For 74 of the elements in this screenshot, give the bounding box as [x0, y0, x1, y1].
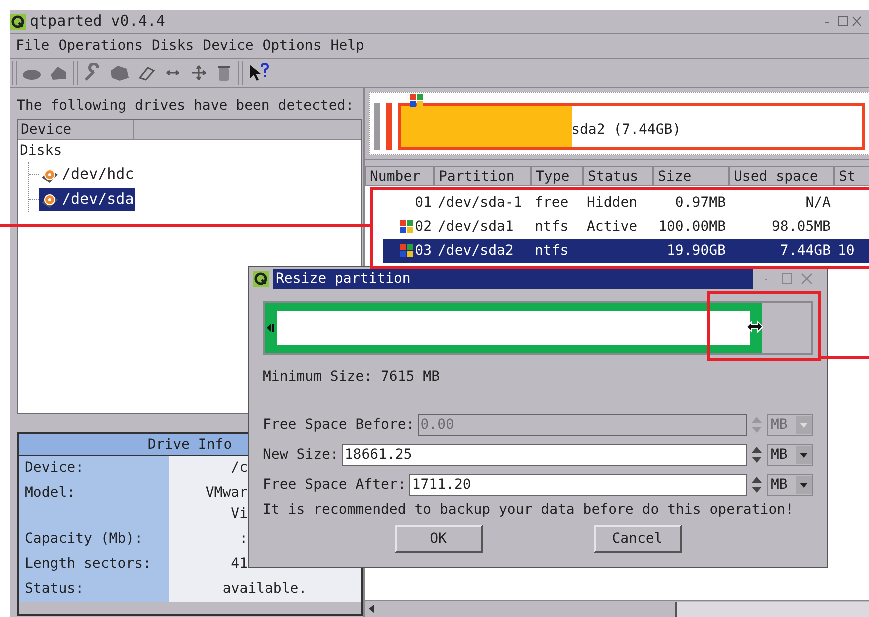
field-value: /c	[231, 459, 248, 478]
tree-item[interactable]: Disks	[20, 143, 62, 159]
menu-item[interactable]: File	[16, 36, 50, 56]
column-header[interactable]: Partition	[434, 166, 531, 186]
warning-text: It is recommended to backup your data before do this operation!	[263, 501, 796, 520]
table-cell: Hidden	[587, 194, 638, 210]
tree-item[interactable]: /dev/sda	[39, 188, 136, 211]
table-cell-text: 01	[415, 194, 432, 212]
partition-row[interactable]: 03 /dev/sda2 ntfs 19.90GB 7.44GB 10	[383, 239, 869, 263]
table-cell-text: 03	[415, 242, 432, 260]
partition-label: sda2 (7.44GB)	[572, 121, 682, 140]
unit-dropdown[interactable]: MB	[767, 444, 813, 466]
field-label: Free Space After:	[263, 476, 406, 494]
minimum-size-text: Minimum Size: 7615 MB	[263, 368, 442, 387]
horizontal-scrollbar[interactable]	[365, 600, 869, 617]
partition-block[interactable]: sda2 (7.44GB)	[398, 103, 865, 150]
table-cell-text: 02	[415, 218, 432, 236]
field-value: VMwar	[206, 484, 248, 503]
dialog-button[interactable]: OK	[394, 525, 482, 553]
input-field[interactable]: 18661.25	[342, 444, 747, 466]
field-value: Vi	[231, 505, 248, 524]
column-header[interactable]: Used space	[729, 166, 834, 186]
table-cell: 100.00MB	[658, 218, 726, 234]
windows-flag-icon	[400, 220, 414, 234]
table-cell: 10	[838, 242, 855, 258]
drives-label: The following drives have been detected:	[17, 97, 356, 116]
resize-cursor-icon[interactable]	[746, 319, 764, 335]
leader-line	[821, 356, 869, 359]
windows-flag-icon	[410, 94, 424, 108]
table-cell: 7.44GB	[780, 242, 831, 258]
table-cell: Active	[587, 218, 638, 234]
windows-flag-icon	[400, 244, 414, 258]
column-header[interactable]: St	[834, 166, 869, 186]
dialog-title: Resize partition	[273, 269, 753, 289]
partition-row[interactable]: 01 /dev/sda-1 free Hidden 0.97MB N/A	[383, 191, 869, 215]
table-cell: free	[535, 194, 569, 210]
table-cell: 98.05MB	[772, 218, 831, 234]
partition-row[interactable]: 02 /dev/sda1 ntfs Active 100.00MB 98.05MB	[383, 215, 869, 239]
column-header[interactable]: Number	[365, 166, 434, 186]
unit-dropdown[interactable]: MB	[767, 474, 813, 496]
menu-item[interactable]: Operations	[58, 36, 144, 56]
field-value: 41	[231, 555, 248, 574]
field-label: Free Space Before:	[263, 416, 415, 434]
app-logo-icon	[10, 14, 26, 30]
column-header[interactable]: Status	[583, 166, 653, 186]
menu-item[interactable]: Help	[330, 36, 364, 56]
dialog-button[interactable]: Cancel	[594, 525, 682, 553]
table-cell: N/A	[806, 194, 831, 210]
table-cell: 0.97MB	[675, 194, 726, 210]
tree-item[interactable]: /dev/hdc	[39, 163, 136, 186]
field-label: Length sectors:	[25, 556, 152, 572]
menu-item[interactable]: Device	[203, 36, 254, 56]
field-label: Model:	[25, 485, 76, 501]
window-title: qtparted v0.4.4	[30, 11, 166, 32]
table-cell: 19.90GB	[666, 242, 726, 258]
field-label: Device:	[25, 460, 84, 476]
help-pointer-icon[interactable]	[247, 62, 271, 84]
field-label: Capacity (Mb):	[25, 531, 144, 547]
table-cell: ntfs	[535, 218, 569, 234]
column-header[interactable]: Size	[653, 166, 729, 186]
input-field[interactable]: 1711.20	[409, 474, 747, 496]
menu-item[interactable]: Options	[262, 36, 322, 56]
table-cell: ntfs	[535, 242, 569, 258]
field-value: available.	[222, 580, 308, 599]
table-cell: /dev/sda2	[438, 242, 514, 258]
window-controls-icon[interactable]	[823, 14, 863, 28]
table-cell: /dev/sda-1	[438, 194, 522, 210]
left-handle-icon[interactable]	[267, 323, 275, 333]
menu-item[interactable]: Disks	[152, 36, 194, 56]
app-logo-icon	[253, 271, 269, 287]
column-header[interactable]: Type	[531, 166, 583, 186]
table-cell: /dev/sda1	[438, 218, 514, 234]
field-value: :	[240, 530, 248, 549]
field-label: Status:	[25, 581, 84, 597]
